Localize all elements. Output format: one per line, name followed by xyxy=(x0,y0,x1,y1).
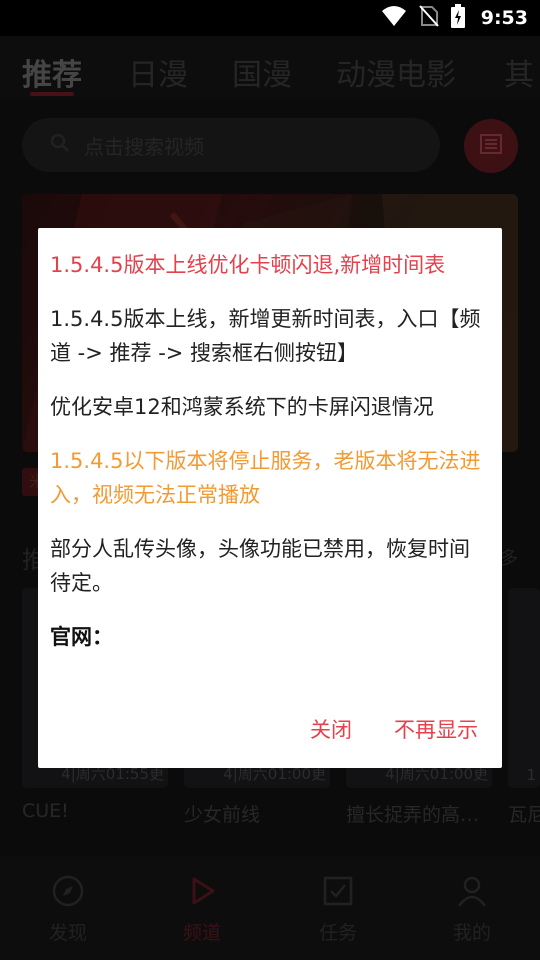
close-button[interactable]: 关闭 xyxy=(310,714,352,744)
dialog-headline: 1.5.4.5版本上线优化卡顿闪退,新增时间表 xyxy=(50,253,446,277)
no-sim-icon xyxy=(418,5,439,31)
dialog-warning: 1.5.4.5以下版本将停止服务，老版本将无法进入，视频无法正常播放 xyxy=(50,449,481,507)
dont-show-again-button[interactable]: 不再显示 xyxy=(394,714,478,744)
wifi-icon xyxy=(381,5,407,31)
battery-icon xyxy=(450,4,465,32)
dialog-website-label: 官网： xyxy=(50,625,113,649)
dialog-paragraph: 部分人乱传头像，头像功能已禁用，恢复时间待定。 xyxy=(50,537,470,595)
dialog-paragraph: 1.5.4.5版本上线，新增更新时间表，入口【频道 -> 推荐 -> 搜索框右侧… xyxy=(50,307,481,365)
status-time: 9:53 xyxy=(480,7,528,29)
dialog-paragraph: 优化安卓12和鸿蒙系统下的卡屏闪退情况 xyxy=(50,395,434,419)
dialog-actions: 关闭 不再显示 xyxy=(38,714,502,748)
status-bar: 9:53 xyxy=(0,0,540,36)
update-notice-dialog: 1.5.4.5版本上线优化卡顿闪退,新增时间表 1.5.4.5版本上线，新增更新… xyxy=(38,228,502,768)
